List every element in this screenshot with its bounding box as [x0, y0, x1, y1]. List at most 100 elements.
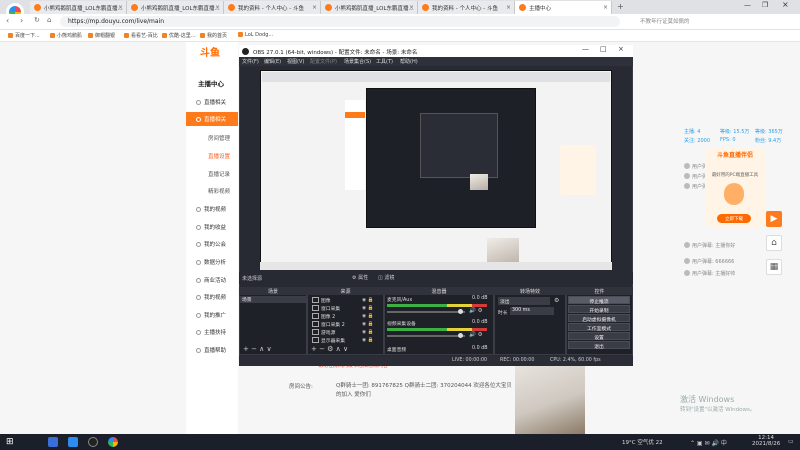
qr-code-icon[interactable]: ▦ — [766, 259, 782, 275]
source-controls[interactable]: + − ⚙ ∧ ∨ — [311, 345, 348, 353]
filters-label: 滤镜 — [384, 275, 395, 281]
obs-menu-item[interactable]: 工具(T) — [376, 58, 393, 65]
sidebar-item[interactable]: 主播扶持 — [196, 328, 226, 336]
sidebar-item-active[interactable]: 直播相关 — [196, 115, 226, 123]
obs-close-icon[interactable]: × — [618, 45, 624, 53]
app-icon[interactable] — [68, 437, 78, 447]
bookmark-item[interactable]: 百度一下... — [8, 32, 40, 39]
obs-titlebar: OBS 27.0.1 (64-bit, windows) - 配置文件: 未命名… — [239, 45, 633, 57]
close-icon[interactable]: × — [215, 4, 220, 11]
obs-taskbar-icon[interactable] — [88, 437, 98, 447]
sidebar-subitem-active[interactable]: 直播设置 — [208, 152, 230, 160]
close-icon[interactable]: × — [118, 4, 123, 11]
browser-tab-active[interactable]: 主播中心 × — [515, 1, 612, 14]
maximize-icon[interactable]: ❐ — [762, 1, 768, 9]
obs-menu-item[interactable]: 编辑(E) — [264, 58, 281, 65]
sidebar-item[interactable]: 直播帮助 — [196, 346, 226, 354]
browser-tab[interactable]: 我的资料 - 个人中心 - 斗鱼 × — [224, 1, 321, 14]
file-explorer-icon[interactable] — [48, 437, 58, 447]
browser-tab[interactable]: 小熊鸡鹅肌直播_LOL东鹏直播... × — [321, 1, 418, 14]
chat-line: 用户弹幕: 666666 — [684, 258, 734, 265]
duration-input[interactable]: 300 ms — [510, 307, 554, 315]
sidebar-item[interactable]: 我的收益 — [196, 223, 226, 231]
sidebar-subitem[interactable]: 直播记录 — [208, 170, 230, 178]
filters-button[interactable]: ◫ 滤镜 — [378, 274, 394, 281]
source-item[interactable]: 图像 — [312, 297, 331, 304]
exit-button[interactable]: 退出 — [568, 341, 630, 350]
scene-controls[interactable]: + − ∧ ∨ — [243, 345, 272, 353]
tray-icons[interactable]: ⌃ ▣ ✉ 🔊 中 — [690, 438, 727, 447]
sidebar-item[interactable]: 直播相关 — [196, 98, 226, 106]
source-item[interactable]: 显示器采集 — [312, 337, 345, 344]
new-tab-icon[interactable]: + — [617, 2, 624, 11]
play-icon[interactable]: ▶ — [766, 211, 782, 227]
properties-button[interactable]: ⚙ 属性 — [352, 274, 368, 281]
volume-knob[interactable] — [458, 309, 463, 314]
browser-tab[interactable]: 小熊鸡鹅肌直播_LOL东鹏直播... × — [127, 1, 224, 14]
preview-nested-obs-2 — [420, 113, 498, 178]
bookmark-item[interactable]: 我的首页 — [200, 32, 227, 39]
sidebar-item[interactable]: 数据分析 — [196, 258, 226, 266]
douyu-logo[interactable]: 斗鱼 — [200, 44, 234, 60]
gear-icon[interactable]: ⚙ — [554, 297, 559, 304]
home-icon[interactable]: ⌂ — [766, 235, 782, 251]
back-icon[interactable]: ‹ — [6, 16, 9, 25]
obs-menu-item[interactable]: 配置文件(P) — [310, 58, 337, 65]
bookmark-item[interactable]: 小熊鸡鹅肌 — [50, 32, 82, 39]
close-icon[interactable]: × — [312, 4, 317, 11]
scene-item[interactable]: 场景 — [240, 296, 306, 303]
source-item[interactable]: 窗口采集 2 — [312, 321, 345, 328]
volume-knob[interactable] — [458, 333, 463, 338]
obs-menu-item[interactable]: 场景集合(S) — [344, 58, 371, 65]
weather-widget[interactable]: 19°C 空气优 22 — [622, 438, 663, 446]
source-item[interactable]: 窗口采集 — [312, 305, 340, 312]
clock[interactable]: 12:14 2021/8/26 — [752, 435, 780, 447]
reload-icon[interactable]: ↻ — [34, 16, 40, 24]
visibility-lock-icons[interactable]: ◉ 🔒 ◉ 🔒 ◉ 🔒 ◉ 🔒 ◉ 🔒 ◉ 🔒 — [362, 297, 374, 345]
minimize-icon[interactable]: — — [744, 1, 751, 9]
bookmark-item[interactable]: LoL Dodg... — [238, 32, 273, 38]
source-item[interactable]: 图像 2 — [312, 313, 335, 320]
bookmark-item[interactable]: 御帽翻银 — [88, 32, 115, 39]
start-recording-button[interactable]: 开始录制 — [568, 305, 630, 314]
url-hint: 不教年行证莫如佩的 — [640, 19, 690, 25]
sidebar-item[interactable]: 我的视频 — [196, 293, 226, 301]
close-icon[interactable]: × — [409, 4, 414, 11]
close-icon[interactable]: × — [603, 4, 608, 11]
notification-icon[interactable]: ▭ — [788, 438, 794, 445]
url-input[interactable]: https://mp.douyu.com/live/main — [60, 16, 620, 27]
obs-menu-item[interactable]: 文件(F) — [242, 58, 259, 65]
source-item[interactable]: 游戏源 — [312, 329, 335, 336]
obs-minimize-icon[interactable]: — — [582, 45, 589, 53]
download-button[interactable]: 立即下载 — [717, 214, 751, 223]
forward-icon[interactable]: › — [20, 16, 23, 25]
sidebar-item[interactable]: 我的视频 — [196, 205, 226, 213]
browser-tab[interactable]: 我的资料 - 个人中心 - 斗鱼 × — [418, 1, 515, 14]
obs-menu-item[interactable]: 帮助(H) — [400, 58, 418, 65]
obs-maximize-icon[interactable]: □ — [600, 45, 607, 53]
studio-mode-button[interactable]: 工作室模式 — [568, 323, 630, 332]
transition-select[interactable]: 淡出 — [498, 297, 550, 305]
sidebar-item[interactable]: 商业活动 — [196, 276, 226, 284]
sidebar-subitem[interactable]: 房间管理 — [208, 134, 230, 142]
volume-slider[interactable] — [387, 311, 465, 313]
speaker-icon[interactable]: 🔊 ⚙ — [469, 332, 483, 338]
speaker-icon[interactable]: 🔊 ⚙ — [469, 308, 483, 314]
windows-start-icon[interactable]: ⊞ — [6, 437, 14, 447]
sidebar-subitem[interactable]: 精彩视频 — [208, 187, 230, 195]
obs-menu-item[interactable]: 视图(V) — [287, 58, 304, 65]
virtual-camera-button[interactable]: 启动虚拟摄像机 — [568, 314, 630, 323]
browser-tab[interactable]: 小熊鸡鹅肌直播_LOL东鹏直播... × — [30, 1, 127, 14]
settings-button[interactable]: 设置 — [568, 332, 630, 341]
close-icon[interactable]: × — [506, 4, 511, 11]
volume-slider[interactable] — [387, 335, 465, 337]
controls-header: 控件 — [566, 287, 633, 295]
bookmark-item[interactable]: 优酷-这里... — [162, 32, 196, 39]
browser-taskbar-icon[interactable] — [108, 437, 118, 447]
close-window-icon[interactable]: × — [782, 0, 789, 9]
stop-streaming-button[interactable]: 停止推流 — [568, 296, 630, 305]
sidebar-item[interactable]: 我的推广 — [196, 311, 226, 319]
sidebar-item[interactable]: 我的公会 — [196, 240, 226, 248]
bookmark-item[interactable]: 看看艺-百比 — [124, 32, 158, 39]
home-icon[interactable]: ⌂ — [47, 16, 51, 24]
